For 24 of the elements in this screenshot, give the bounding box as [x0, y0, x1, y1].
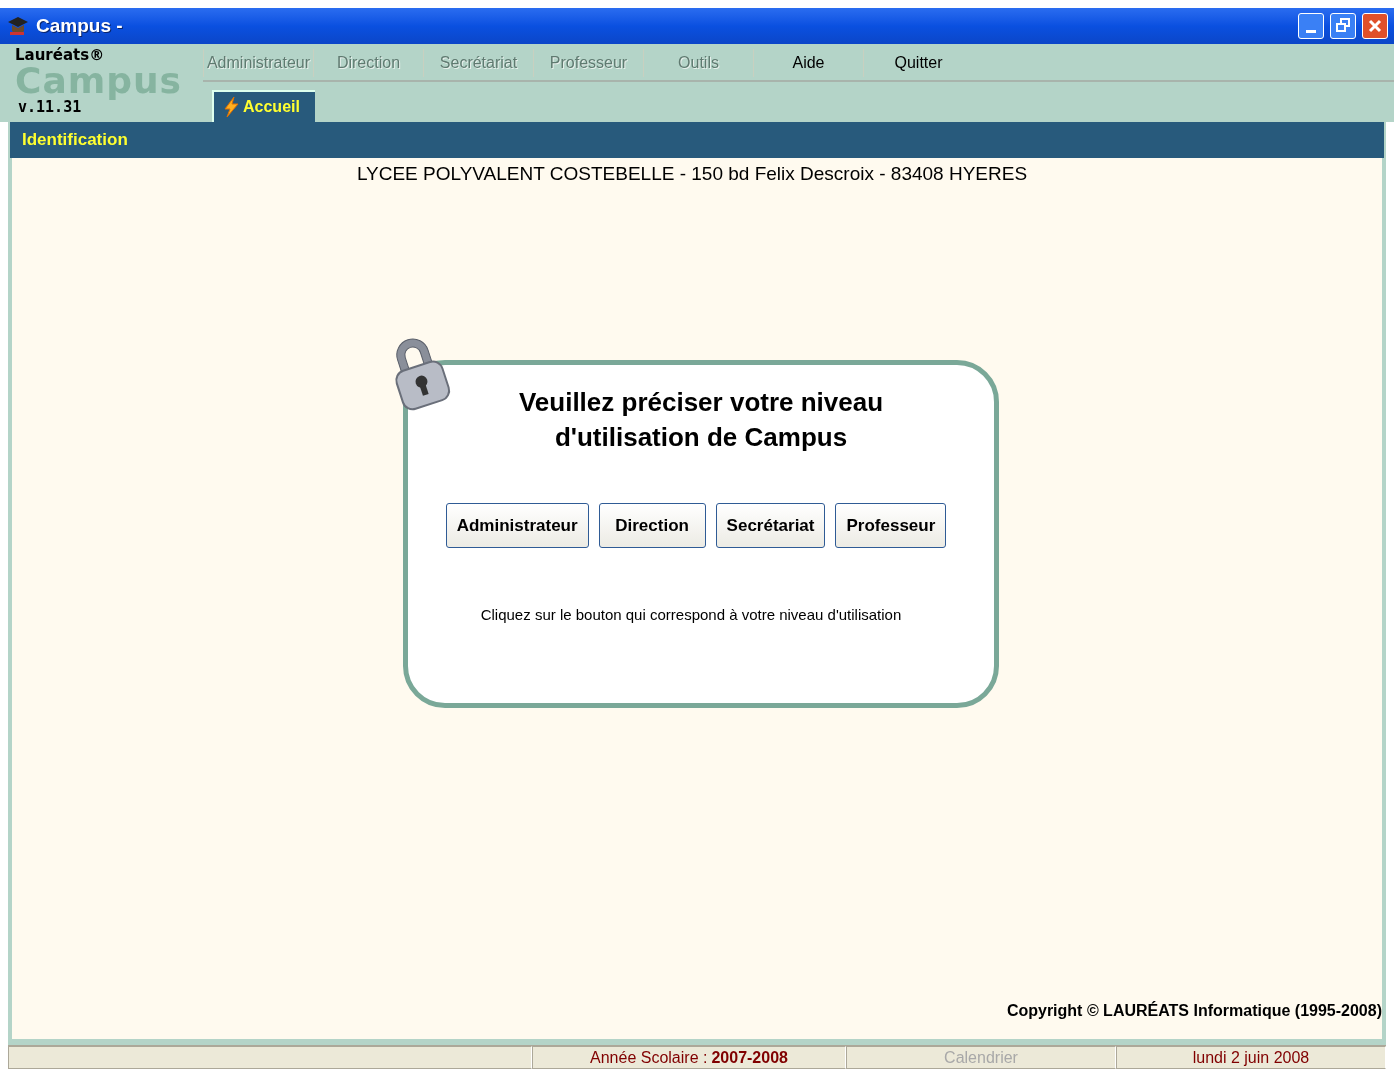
dialog-hint: Cliquez sur le bouton qui correspond à votre niveau d'utilisation: [480, 604, 902, 625]
dialog-heading: Veuillez préciser votre niveau d'utilisation de Campus: [517, 385, 885, 454]
brand-name: Lauréats®: [15, 47, 106, 64]
status-panel[interactable]: Année Scolaire : 2007-2008: [532, 1046, 846, 1069]
role-button[interactable]: Professeur: [835, 502, 947, 548]
role-button[interactable]: Direction: [598, 502, 706, 548]
graduation-cap-icon: [6, 14, 30, 38]
window-title: Campus -: [36, 13, 123, 38]
lightning-icon: [222, 96, 240, 118]
close-button[interactable]: [1362, 13, 1388, 39]
tab[interactable]: Accueil: [212, 90, 315, 122]
role-button[interactable]: Secrétariat: [715, 502, 826, 548]
role-button[interactable]: Administrateur: [445, 502, 589, 548]
school-address: LYCEE POLYVALENT COSTEBELLE - 150 bd Felix Descroix - 83408 HYERES: [356, 162, 1029, 186]
status-panel: Calendrier: [846, 1046, 1116, 1069]
menu-item[interactable]: Aide: [753, 49, 863, 77]
status-panel[interactable]: lundi 2 juin 2008: [1116, 1046, 1386, 1069]
restore-button[interactable]: [1330, 13, 1356, 39]
menu-item[interactable]: Quitter: [863, 49, 973, 77]
copyright-text: Copyright © LAURÉATS Informatique (1995-2008): [1006, 1000, 1382, 1021]
version-label: v.11.31: [18, 98, 82, 116]
minimize-button[interactable]: [1298, 13, 1324, 39]
close-icon: [1367, 18, 1383, 34]
section-title: Identification: [22, 129, 128, 152]
